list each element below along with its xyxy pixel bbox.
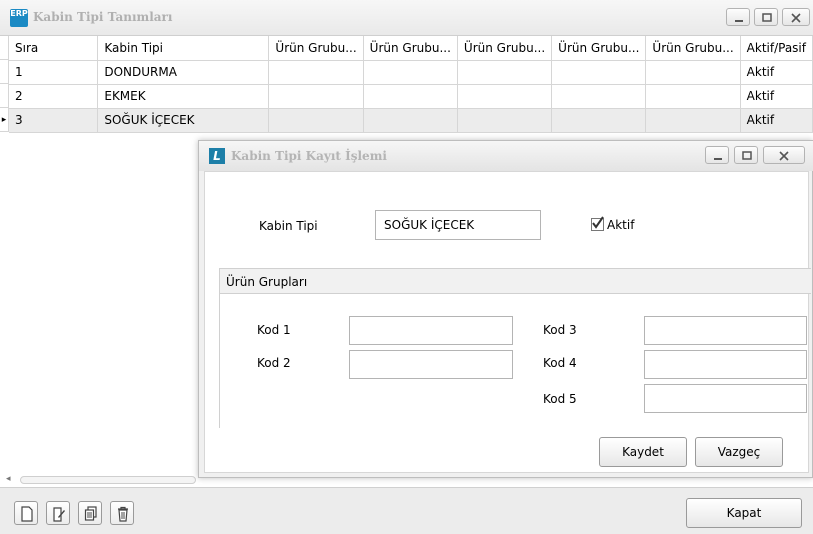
cell-urun-grubu[interactable] <box>268 108 364 133</box>
kod2-label: Kod 2 <box>257 356 291 370</box>
col-header-urun-grubu-2[interactable]: Ürün Grubu... <box>363 36 458 61</box>
grid-table: Sıra Kabin Tipi Ürün Grubu... Ürün Grubu… <box>9 36 813 133</box>
dialog-app-icon: L <box>209 148 225 164</box>
cabin-type-dialog: L Kabin Tipi Kayıt İşlemi Kabin Tipi SOĞ… <box>198 140 813 478</box>
cabin-type-grid: ▸ Sıra Kabin Tipi Ürün Grubu... Ürün Gru… <box>0 36 813 136</box>
maximize-icon <box>742 151 752 160</box>
close-icon <box>779 151 789 161</box>
maximize-button[interactable] <box>754 8 778 26</box>
col-header-sira[interactable]: Sıra <box>9 36 99 61</box>
aktif-label: Aktif <box>607 218 635 232</box>
dialog-body: Kabin Tipi SOĞUK İÇECEK Aktif Ürün Grupl… <box>204 171 811 473</box>
cell-sira[interactable]: 2 <box>9 84 99 109</box>
col-header-urun-grubu-5[interactable]: Ürün Grubu... <box>645 36 741 61</box>
col-header-aktif-pasif[interactable]: Aktif/Pasif <box>740 36 813 61</box>
kod4-input[interactable] <box>644 350 807 379</box>
maximize-icon <box>762 13 772 22</box>
cell-urun-grubu[interactable] <box>551 60 647 85</box>
cell-urun-grubu[interactable] <box>457 84 553 109</box>
product-groups-title: Ürün Grupları <box>226 275 308 289</box>
minimize-icon <box>735 20 743 22</box>
edit-button[interactable] <box>46 501 70 525</box>
kabin-tipi-label: Kabin Tipi <box>259 219 318 233</box>
cell-urun-grubu[interactable] <box>457 60 553 85</box>
row-indicator[interactable] <box>0 60 9 84</box>
bottom-toolbar: Kapat <box>0 487 813 534</box>
cell-urun-grubu[interactable] <box>551 84 647 109</box>
cell-urun-grubu[interactable] <box>645 108 741 133</box>
kod5-label: Kod 5 <box>543 392 577 406</box>
cell-urun-grubu[interactable] <box>363 84 458 109</box>
kod1-label: Kod 1 <box>257 323 291 337</box>
table-row[interactable]: 2 EKMEK Aktif <box>9 84 813 109</box>
kod2-input[interactable] <box>349 350 513 379</box>
minimize-icon <box>714 158 722 160</box>
col-header-urun-grubu-3[interactable]: Ürün Grubu... <box>457 36 553 61</box>
kod5-input[interactable] <box>644 384 807 413</box>
close-icon <box>791 13 801 23</box>
cell-urun-grubu[interactable] <box>645 84 741 109</box>
aktif-checkbox[interactable] <box>591 216 604 231</box>
kod4-label: Kod 4 <box>543 356 577 370</box>
close-window-button[interactable] <box>782 8 810 26</box>
window-title: Kabin Tipi Tanımları <box>33 10 173 24</box>
kod3-label: Kod 3 <box>543 323 577 337</box>
delete-button[interactable] <box>110 501 134 525</box>
cell-kabin-tipi[interactable]: EKMEK <box>97 84 270 109</box>
scroll-left-icon[interactable]: ◂ <box>6 474 11 484</box>
cell-kabin-tipi[interactable]: DONDURMA <box>97 60 270 85</box>
delete-icon <box>118 506 128 522</box>
selected-row-indicator[interactable]: ▸ <box>0 108 9 132</box>
col-header-urun-grubu-1[interactable]: Ürün Grubu... <box>268 36 364 61</box>
col-header-urun-grubu-4[interactable]: Ürün Grubu... <box>551 36 647 61</box>
cell-urun-grubu[interactable] <box>363 108 458 133</box>
product-groups-panel: Ürün Grupları Kod 1 Kod 2 Kod 3 Kod 4 Ko… <box>219 268 811 428</box>
copy-button[interactable] <box>78 501 102 525</box>
kabin-tipi-input[interactable]: SOĞUK İÇECEK <box>375 210 541 240</box>
new-document-icon <box>21 506 33 522</box>
cell-aktif-pasif[interactable]: Aktif <box>740 84 813 109</box>
cell-urun-grubu[interactable] <box>363 60 458 85</box>
checkmark-icon <box>592 216 604 229</box>
horizontal-scrollbar[interactable]: ◂ <box>6 474 196 486</box>
app-icon: ERP <box>10 9 28 27</box>
cell-kabin-tipi[interactable]: SOĞUK İÇECEK <box>97 108 270 133</box>
row-indicator-header <box>0 36 9 60</box>
table-row[interactable]: 1 DONDURMA Aktif <box>9 60 813 85</box>
product-groups-header: Ürün Grupları <box>220 268 811 294</box>
new-button[interactable] <box>14 501 38 525</box>
kod3-input[interactable] <box>644 316 807 345</box>
scrollbar-thumb[interactable] <box>20 476 196 484</box>
cancel-button[interactable]: Vazgeç <box>695 437 783 467</box>
cell-sira[interactable]: 3 <box>9 108 99 133</box>
cell-urun-grubu[interactable] <box>268 60 364 85</box>
cell-urun-grubu[interactable] <box>457 108 553 133</box>
dialog-maximize-button[interactable] <box>734 146 758 164</box>
kod1-input[interactable] <box>349 316 513 345</box>
dialog-title-bar: L Kabin Tipi Kayıt İşlemi <box>199 141 813 171</box>
title-bar: ERP Kabin Tipi Tanımları <box>0 0 813 36</box>
cell-aktif-pasif[interactable]: Aktif <box>740 60 813 85</box>
save-button[interactable]: Kaydet <box>599 437 687 467</box>
grid-header-row: Sıra Kabin Tipi Ürün Grubu... Ürün Grubu… <box>9 36 813 61</box>
copy-icon <box>84 506 97 521</box>
cell-aktif-pasif[interactable]: Aktif <box>740 108 813 133</box>
dialog-minimize-button[interactable] <box>705 146 729 164</box>
close-button[interactable]: Kapat <box>686 498 802 528</box>
cell-urun-grubu[interactable] <box>645 60 741 85</box>
cell-urun-grubu[interactable] <box>551 108 647 133</box>
edit-icon <box>53 507 65 522</box>
dialog-close-button[interactable] <box>763 146 805 164</box>
table-row-selected[interactable]: 3 SOĞUK İÇECEK Aktif <box>9 108 813 133</box>
minimize-button[interactable] <box>726 8 750 26</box>
cell-urun-grubu[interactable] <box>268 84 364 109</box>
row-indicator[interactable] <box>0 84 9 108</box>
cell-sira[interactable]: 1 <box>9 60 99 85</box>
col-header-kabin-tipi[interactable]: Kabin Tipi <box>97 36 270 61</box>
dialog-title: Kabin Tipi Kayıt İşlemi <box>231 149 387 163</box>
